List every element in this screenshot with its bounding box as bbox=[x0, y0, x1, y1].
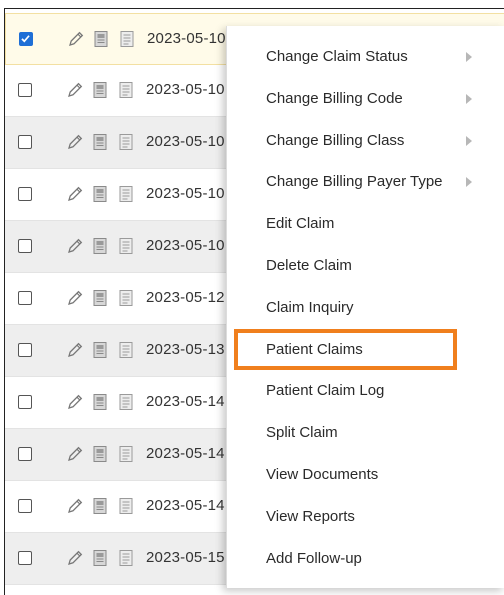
claim-date: 2023-05-13 bbox=[146, 341, 225, 358]
menu-item-label: Change Billing Code bbox=[266, 89, 403, 107]
menu-item-label: Claim Inquiry bbox=[266, 298, 354, 316]
claim-date: 2023-05-14 bbox=[146, 393, 225, 410]
document-icon[interactable] bbox=[91, 341, 109, 359]
claim-date: 2023-05-14 bbox=[146, 497, 225, 514]
submenu-arrow-icon bbox=[466, 93, 472, 104]
document-icon[interactable] bbox=[91, 185, 109, 203]
menu-item-label: Patient Claims bbox=[266, 340, 363, 358]
menu-item-split-claim[interactable]: Split Claim bbox=[227, 414, 504, 450]
submenu-arrow-icon bbox=[466, 177, 472, 188]
pencil-icon[interactable] bbox=[66, 497, 84, 515]
list-document-icon[interactable] bbox=[117, 185, 135, 203]
menu-item-change-billing-class[interactable]: Change Billing Class bbox=[227, 122, 504, 158]
row-checkbox[interactable] bbox=[18, 239, 32, 253]
menu-item-label: Delete Claim bbox=[266, 257, 352, 274]
pencil-icon[interactable] bbox=[66, 445, 84, 463]
document-icon[interactable] bbox=[91, 445, 109, 463]
document-icon[interactable] bbox=[91, 289, 109, 307]
document-icon[interactable] bbox=[91, 81, 109, 99]
menu-item-view-reports[interactable]: View Reports bbox=[227, 498, 504, 534]
list-document-icon[interactable] bbox=[117, 81, 135, 99]
claim-date: 2023-05-10 bbox=[147, 30, 226, 47]
claim-date: 2023-05-10 bbox=[146, 81, 225, 98]
menu-item-view-documents[interactable]: View Documents bbox=[227, 456, 504, 492]
menu-item-add-follow-up[interactable]: Add Follow-up bbox=[227, 540, 504, 576]
row-checkbox[interactable] bbox=[18, 395, 32, 409]
document-icon[interactable] bbox=[91, 393, 109, 411]
context-menu: Change Claim Status Change Billing Code Ch… bbox=[226, 26, 504, 588]
menu-item-change-billing-code[interactable]: Change Billing Code bbox=[227, 80, 504, 116]
pencil-icon[interactable] bbox=[66, 289, 84, 307]
submenu-arrow-icon bbox=[466, 52, 472, 62]
menu-item-label: Change Claim Status bbox=[266, 48, 408, 65]
claim-date: 2023-05-12 bbox=[146, 289, 225, 306]
document-icon[interactable] bbox=[91, 497, 109, 515]
menu-item-patient-claim-log[interactable]: Patient Claim Log bbox=[227, 372, 504, 408]
menu-item-delete-claim[interactable]: Delete Claim bbox=[227, 247, 504, 283]
menu-item-label: View Documents bbox=[266, 466, 379, 483]
document-icon[interactable] bbox=[91, 237, 109, 255]
list-document-icon[interactable] bbox=[118, 30, 136, 48]
menu-item-label: Patient Claim Log bbox=[266, 382, 385, 400]
menu-item-label: Edit Claim bbox=[266, 215, 335, 233]
row-checkbox[interactable] bbox=[18, 187, 32, 201]
row-checkbox[interactable] bbox=[18, 499, 32, 513]
pencil-icon[interactable] bbox=[66, 185, 84, 203]
row-checkbox[interactable] bbox=[18, 83, 32, 97]
pencil-icon[interactable] bbox=[66, 81, 84, 99]
list-document-icon[interactable] bbox=[117, 497, 135, 515]
row-checkbox[interactable] bbox=[18, 291, 32, 305]
menu-item-label: Change Billing Class bbox=[266, 131, 405, 149]
menu-item-patient-claims[interactable]: Patient Claims bbox=[227, 331, 504, 367]
menu-item-change-claim-status[interactable]: Change Claim Status bbox=[227, 38, 504, 74]
list-document-icon[interactable] bbox=[117, 393, 135, 411]
pencil-icon[interactable] bbox=[66, 341, 84, 359]
row-checkbox[interactable] bbox=[18, 447, 32, 461]
list-document-icon[interactable] bbox=[117, 549, 135, 567]
menu-item-edit-claim[interactable]: Edit Claim bbox=[227, 205, 504, 241]
document-icon[interactable] bbox=[91, 549, 109, 567]
claim-date: 2023-05-10 bbox=[146, 185, 225, 202]
list-document-icon[interactable] bbox=[117, 133, 135, 151]
menu-item-label: Add Follow-up bbox=[266, 549, 362, 567]
claim-date: 2023-05-10 bbox=[146, 133, 225, 150]
list-document-icon[interactable] bbox=[117, 289, 135, 307]
row-checkbox[interactable] bbox=[19, 32, 33, 46]
claim-date: 2023-05-14 bbox=[146, 445, 225, 462]
claim-date: 2023-05-10 bbox=[146, 237, 225, 254]
menu-item-claim-inquiry[interactable]: Claim Inquiry bbox=[227, 289, 504, 325]
row-checkbox[interactable] bbox=[18, 551, 32, 565]
menu-item-label: View Reports bbox=[266, 507, 355, 525]
document-icon[interactable] bbox=[92, 30, 110, 48]
menu-item-change-billing-payer-type[interactable]: Change Billing Payer Type bbox=[227, 163, 504, 199]
menu-item-label: Change Billing Payer Type bbox=[266, 173, 443, 191]
submenu-arrow-icon bbox=[466, 135, 472, 146]
menu-item-label: Split Claim bbox=[266, 424, 338, 442]
pencil-icon[interactable] bbox=[66, 133, 84, 151]
list-document-icon[interactable] bbox=[117, 445, 135, 463]
list-document-icon[interactable] bbox=[117, 237, 135, 255]
claim-date: 2023-05-15 bbox=[146, 549, 225, 566]
row-checkbox[interactable] bbox=[18, 135, 32, 149]
pencil-icon[interactable] bbox=[67, 30, 85, 48]
list-document-icon[interactable] bbox=[117, 341, 135, 359]
pencil-icon[interactable] bbox=[66, 549, 84, 567]
pencil-icon[interactable] bbox=[66, 237, 84, 255]
pencil-icon[interactable] bbox=[66, 393, 84, 411]
row-checkbox[interactable] bbox=[18, 343, 32, 357]
document-icon[interactable] bbox=[91, 133, 109, 151]
